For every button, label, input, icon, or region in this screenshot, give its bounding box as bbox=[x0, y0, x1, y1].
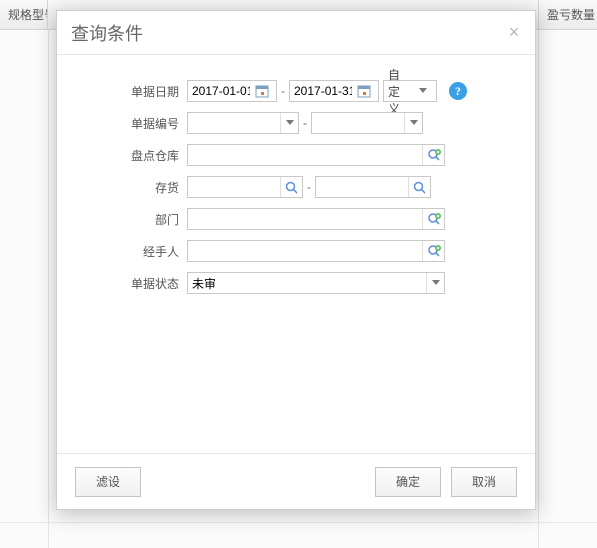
inventory-from-field[interactable] bbox=[187, 176, 303, 198]
label-docno: 单据编号 bbox=[77, 115, 187, 132]
docno-from-combo[interactable] bbox=[187, 112, 299, 134]
label-department: 部门 bbox=[77, 211, 187, 228]
label-status: 单据状态 bbox=[77, 275, 187, 292]
row-status: 单据状态 bbox=[77, 271, 515, 295]
row-department: 部门 bbox=[77, 207, 515, 231]
docno-from-input[interactable] bbox=[188, 116, 280, 130]
dash: - bbox=[307, 180, 311, 194]
date-to-input[interactable] bbox=[290, 84, 356, 98]
dialog-footer: 滤设 确定 取消 bbox=[57, 453, 535, 509]
cancel-button[interactable]: 取消 bbox=[451, 467, 517, 497]
date-to-field[interactable] bbox=[289, 80, 379, 102]
label-warehouse: 盘点仓库 bbox=[77, 147, 187, 164]
docno-to-input[interactable] bbox=[312, 116, 404, 130]
close-icon[interactable]: × bbox=[503, 21, 525, 43]
dialog-body: 单据日期 - 自定义 ? bbox=[57, 55, 535, 453]
warehouse-field[interactable] bbox=[187, 144, 445, 166]
calendar-icon[interactable] bbox=[254, 83, 270, 99]
handler-field[interactable] bbox=[187, 240, 445, 262]
inventory-to-input[interactable] bbox=[316, 180, 408, 194]
grid-col-qty: 盈亏数量 bbox=[539, 0, 597, 29]
row-docno: 单据编号 - bbox=[77, 111, 515, 135]
inventory-from-input[interactable] bbox=[188, 180, 280, 194]
department-field[interactable] bbox=[187, 208, 445, 230]
date-from-input[interactable] bbox=[188, 84, 254, 98]
row-inventory: 存货 - bbox=[77, 175, 515, 199]
chevron-down-icon[interactable] bbox=[404, 113, 422, 133]
search-icon[interactable] bbox=[280, 177, 302, 197]
add-lookup-icon[interactable] bbox=[422, 241, 444, 261]
query-dialog: 查询条件 × 单据日期 - 自定义 bbox=[56, 10, 536, 510]
dialog-title: 查询条件 bbox=[71, 20, 143, 46]
grid-col-model: 规格型号 bbox=[0, 0, 48, 29]
dash: - bbox=[281, 84, 285, 98]
calendar-icon[interactable] bbox=[356, 83, 372, 99]
label-date: 单据日期 bbox=[77, 83, 187, 100]
date-from-field[interactable] bbox=[187, 80, 277, 102]
dialog-titlebar: 查询条件 × bbox=[57, 11, 535, 55]
label-inventory: 存货 bbox=[77, 179, 187, 196]
ok-button[interactable]: 确定 bbox=[375, 467, 441, 497]
date-preset-value: 自定义 bbox=[384, 66, 410, 117]
add-lookup-icon[interactable] bbox=[422, 145, 444, 165]
date-preset-combo[interactable]: 自定义 bbox=[383, 80, 437, 102]
label-handler: 经手人 bbox=[77, 243, 187, 260]
help-icon[interactable]: ? bbox=[449, 82, 467, 100]
dash: - bbox=[303, 116, 307, 130]
chevron-down-icon[interactable] bbox=[280, 113, 298, 133]
row-handler: 经手人 bbox=[77, 239, 515, 263]
inventory-to-field[interactable] bbox=[315, 176, 431, 198]
department-input[interactable] bbox=[188, 212, 422, 226]
filter-button[interactable]: 滤设 bbox=[75, 467, 141, 497]
status-combo[interactable] bbox=[187, 272, 445, 294]
search-icon[interactable] bbox=[408, 177, 430, 197]
chevron-down-icon[interactable] bbox=[410, 88, 436, 94]
row-warehouse: 盘点仓库 bbox=[77, 143, 515, 167]
chevron-down-icon[interactable] bbox=[426, 273, 444, 293]
row-date: 单据日期 - 自定义 ? bbox=[77, 79, 515, 103]
status-input[interactable] bbox=[188, 276, 426, 290]
add-lookup-icon[interactable] bbox=[422, 209, 444, 229]
warehouse-input[interactable] bbox=[188, 148, 422, 162]
handler-input[interactable] bbox=[188, 244, 422, 258]
docno-to-combo[interactable] bbox=[311, 112, 423, 134]
